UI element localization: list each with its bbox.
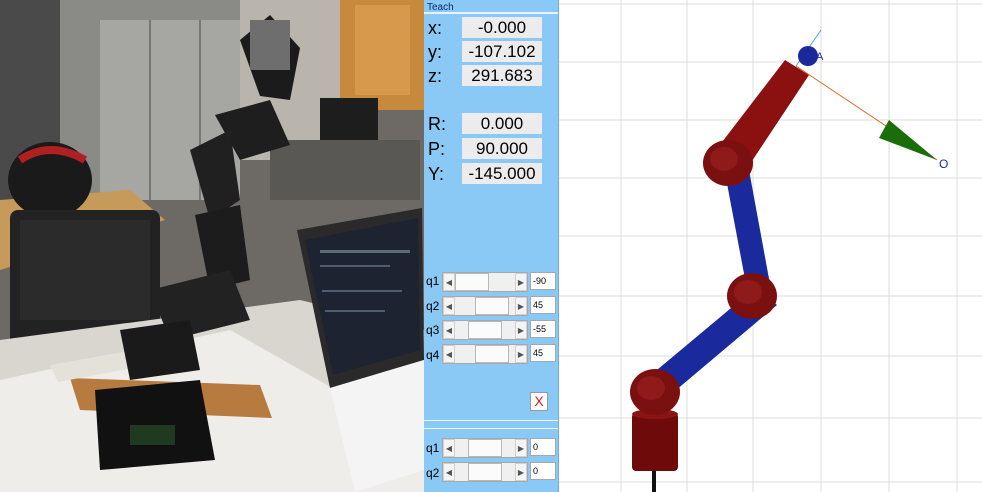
q4-value[interactable]: 45 xyxy=(530,344,556,362)
pitch-value: 90.000 xyxy=(462,138,542,159)
panel-separator xyxy=(424,428,558,429)
roll-value: 0.000 xyxy=(462,113,542,134)
q1-slider-thumb[interactable] xyxy=(455,273,489,291)
q3-slider-thumb[interactable] xyxy=(467,321,502,339)
slider-left-arrow-icon[interactable]: ◀ xyxy=(443,297,455,315)
z-label: z: xyxy=(428,66,443,86)
q4-slider[interactable]: ◀ ▶ xyxy=(442,344,528,364)
slider-right-arrow-icon[interactable]: ▶ xyxy=(515,273,527,291)
pitch-label: P: xyxy=(428,139,446,159)
q2-label-2: q2 xyxy=(426,466,440,480)
panel-separator xyxy=(424,420,558,421)
x-label: x: xyxy=(428,18,443,38)
y-label: y: xyxy=(428,42,443,62)
q1-value-2[interactable]: 0 xyxy=(530,438,556,456)
slider-left-arrow-icon[interactable]: ◀ xyxy=(443,273,455,291)
y-value: -107.102 xyxy=(462,41,542,62)
slider-right-arrow-icon[interactable]: ▶ xyxy=(515,439,527,457)
robot-3d-canvas[interactable]: A O xyxy=(559,0,982,492)
floor-grid xyxy=(559,0,982,492)
q1-slider-2[interactable]: ◀ ▶ xyxy=(442,438,528,458)
base-pole xyxy=(652,468,656,492)
q2-slider[interactable]: ◀ ▶ xyxy=(442,296,528,316)
slider-right-arrow-icon[interactable]: ▶ xyxy=(515,321,527,339)
q1-slider[interactable]: ◀ ▶ xyxy=(442,272,528,292)
q4-slider-thumb[interactable] xyxy=(474,345,509,363)
close-button[interactable]: X xyxy=(530,392,548,411)
q3-value[interactable]: -55 xyxy=(530,320,556,338)
slider-left-arrow-icon[interactable]: ◀ xyxy=(443,321,455,339)
slider-right-arrow-icon[interactable]: ▶ xyxy=(515,345,527,363)
q2-value[interactable]: 45 xyxy=(530,296,556,314)
slider-left-arrow-icon[interactable]: ◀ xyxy=(443,345,455,363)
tool-sphere xyxy=(798,46,818,66)
x-value: -0.000 xyxy=(462,17,542,38)
q1-slider-2-thumb[interactable] xyxy=(468,439,502,457)
slider-right-arrow-icon[interactable]: ▶ xyxy=(515,297,527,315)
q2-slider-2-thumb[interactable] xyxy=(468,463,502,481)
base-cylinder xyxy=(632,413,678,471)
q2-slider-2[interactable]: ◀ ▶ xyxy=(442,462,528,482)
q1-value[interactable]: -90 xyxy=(530,272,556,290)
slider-left-arrow-icon[interactable]: ◀ xyxy=(443,463,455,481)
roll-label: R: xyxy=(428,114,446,134)
photo-illustration xyxy=(0,0,424,492)
robot-3d-view[interactable]: A O xyxy=(559,0,982,492)
yaw-label: Y: xyxy=(428,164,445,184)
q1-label-2: q1 xyxy=(426,441,440,455)
joint-1 xyxy=(630,369,680,415)
q1-label: q1 xyxy=(426,274,440,288)
approach-cone-icon xyxy=(879,120,937,160)
z-value: 291.683 xyxy=(462,65,542,86)
slider-left-arrow-icon[interactable]: ◀ xyxy=(443,439,455,457)
slider-right-arrow-icon[interactable]: ▶ xyxy=(515,463,527,481)
teach-panel: Teach x: -0.000 y: -107.102 z: 291.683 R… xyxy=(424,0,559,492)
q2-label: q2 xyxy=(426,299,440,313)
tool-label-o: O xyxy=(939,157,948,171)
joint-3 xyxy=(703,140,753,186)
q2-slider-thumb[interactable] xyxy=(474,297,509,315)
tool-label-a: A xyxy=(816,51,824,63)
q3-slider[interactable]: ◀ ▶ xyxy=(442,320,528,340)
q3-label: q3 xyxy=(426,323,440,337)
yaw-value: -145.000 xyxy=(462,163,542,184)
q4-label: q4 xyxy=(426,348,440,362)
teach-title-rule xyxy=(424,12,558,14)
joint-2 xyxy=(727,273,777,319)
robot-photo xyxy=(0,0,424,492)
q2-value-2[interactable]: 0 xyxy=(530,462,556,480)
